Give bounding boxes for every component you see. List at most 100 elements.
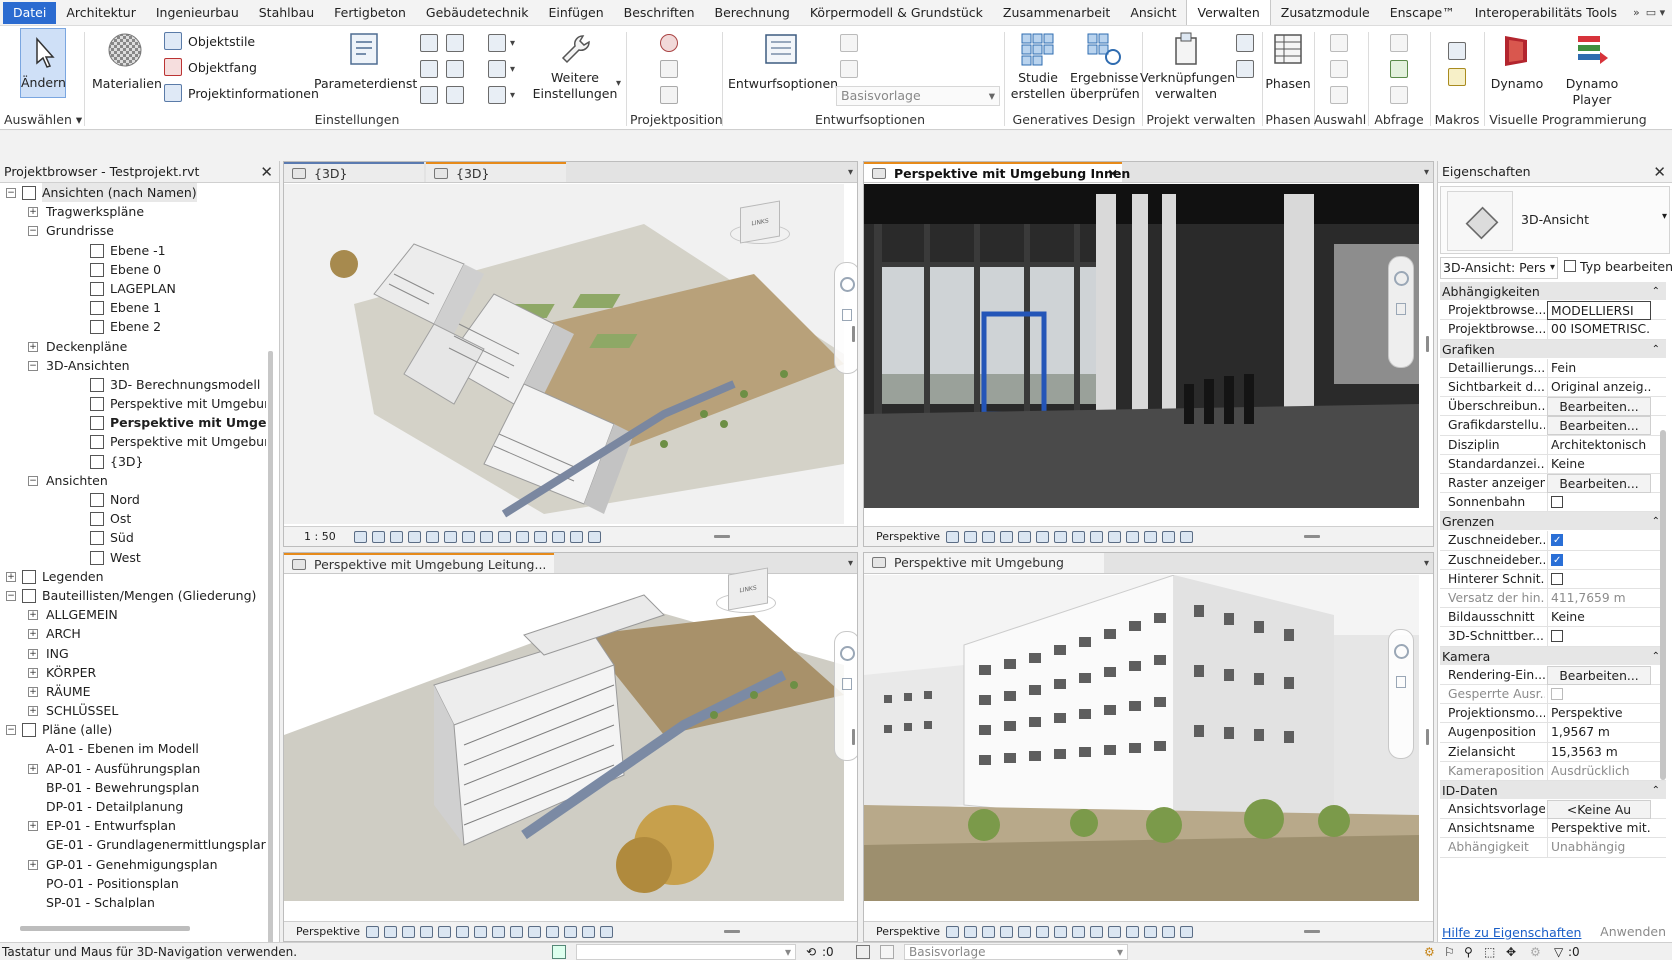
view-3d-default[interactable]: {3D} {3D} ▾ LINKS 1 : 50 [283,161,858,547]
group-auswaehlen[interactable]: Auswählen ▾ [4,112,84,128]
tree-item[interactable]: − Grundrisse [0,221,266,240]
tree-item[interactable]: {3D} [0,452,266,471]
background-process-icon[interactable]: ⚙ [1530,943,1541,960]
zoom-icon[interactable] [842,678,852,690]
collapse-category-icon[interactable]: ⌃ [1652,781,1660,800]
expand-icon[interactable]: + [28,341,38,352]
properties-scrollbar[interactable] [1660,430,1666,780]
tree-item[interactable]: + ALLGEMEIN [0,605,266,624]
expand-icon[interactable]: + [28,859,38,870]
collapse-icon[interactable]: − [6,188,16,198]
properties-help-link[interactable]: Hilfe zu Eigenschaften [1442,925,1581,940]
editable-only-icon[interactable]: ⟲ [806,943,816,960]
tree-item[interactable]: + GP-01 - Genehmigungsplan [0,855,266,874]
expand-icon[interactable]: + [28,610,38,621]
collapse-icon[interactable]: − [6,725,16,736]
tree-item[interactable]: + RÄUME [0,682,266,701]
steering-wheel-icon[interactable] [1394,644,1409,659]
menu-tab-13[interactable]: Zusatzmodule [1271,0,1380,25]
tree-item[interactable]: Perspektive mit Umgebung Le [0,432,266,451]
collapse-category-icon[interactable]: ⌃ [1652,647,1660,666]
view-perspective-umgebung[interactable]: Perspektive mit Umgebung ▾ Perspektive [863,552,1434,942]
phases-button[interactable]: Phasen [1262,28,1314,92]
tree-item[interactable]: Ebene 2 [0,317,266,336]
property-value[interactable]: Perspektive [1547,704,1651,724]
tree-item[interactable]: LAGEPLAN [0,279,266,298]
property-value[interactable]: Fein [1547,358,1651,378]
navigation-bar[interactable] [834,262,857,374]
menu-tab-15[interactable]: Interoperabilitäts Tools [1465,0,1627,25]
tree-item[interactable]: Ebene -1 [0,241,266,260]
property-value[interactable]: Keine [1547,608,1651,628]
tree-item[interactable]: DP-01 - Detailplanung [0,797,266,816]
property-checkbox-cell[interactable] [1547,569,1651,589]
save-selection-icon[interactable] [1330,34,1348,52]
tree-item[interactable]: + Deckenpläne [0,337,266,356]
expand-icon[interactable]: + [28,629,38,640]
apply-button[interactable]: Anwenden [1600,924,1666,939]
design-option-status-dropdown[interactable]: Basisvorlage ▾ [904,944,1128,960]
manage-links-button[interactable]: Verknüpfungen verwalten [1140,28,1235,102]
macro-manager-icon[interactable] [1448,42,1466,60]
property-category[interactable]: Abhängigkeiten ⌃ [1440,282,1666,302]
tree-item[interactable]: BP-01 - Bewehrungsplan [0,778,266,797]
zoom-icon[interactable] [1396,303,1406,315]
additional-settings-button[interactable]: Weitere Einstellungen [532,28,618,102]
tree-item[interactable]: + Legenden [0,567,266,586]
ribbon-display-toggle-icon[interactable]: ▭ ▾ [1646,6,1665,19]
menu-tab-2[interactable]: Ingenieurbau [146,0,249,25]
drag-elements-icon[interactable]: ✥ [1506,943,1516,960]
property-checkbox[interactable] [1551,630,1563,643]
browser-horizontal-scrollbar[interactable] [20,926,190,931]
view-hscroll[interactable] [714,535,730,538]
tree-item[interactable]: + ARCH [0,624,266,643]
view-perspective-leitung[interactable]: Perspektive mit Umgebung Leitung... ▾ LI… [283,552,858,942]
tree-item[interactable]: A-01 - Ebenen im Modell [0,739,266,758]
menu-tab-6[interactable]: Einfügen [538,0,613,25]
view-hscroll[interactable] [1304,535,1320,538]
property-category[interactable]: Grenzen ⌃ [1440,512,1666,532]
tree-item[interactable]: + Tragwerkspläne [0,202,266,221]
menu-tab-5[interactable]: Gebäudetechnik [416,0,539,25]
tree-item[interactable]: + AP-01 - Ausführungsplan [0,759,266,778]
dynamo-button[interactable]: Dynamo [1488,28,1546,92]
macro-security-icon[interactable] [1448,68,1466,86]
type-selector[interactable]: 3D-Ansicht ▾ [1440,186,1670,254]
object-styles-button[interactable]: Objektstile [164,32,255,50]
expand-icon[interactable]: + [28,706,38,717]
pick-to-edit-icon[interactable] [840,60,858,78]
structural-settings-icon[interactable] [446,86,464,104]
menu-tab-10[interactable]: Zusammenarbeit [993,0,1120,25]
view-scrollbar[interactable] [1426,729,1429,745]
navigation-bar[interactable] [1388,629,1414,759]
starting-view-icon[interactable] [1236,60,1254,78]
tab-3d-2[interactable]: {3D} [426,162,566,182]
add-to-set-icon[interactable] [840,34,858,52]
expand-icon[interactable]: + [6,571,16,582]
tree-item[interactable]: − Bauteillisten/Mengen (Gliederung) [0,586,266,605]
tree-item[interactable]: Perspektive mit Umgebung [0,394,266,413]
tree-item[interactable]: Süd [0,528,266,547]
viewcube[interactable]: LINKS [728,567,768,611]
location-icon[interactable] [660,34,678,52]
position-icon[interactable] [660,86,678,104]
menu-tab-11[interactable]: Ansicht [1120,0,1186,25]
view-hscroll[interactable] [724,930,740,933]
tree-item[interactable]: Nord [0,490,266,509]
property-edit-button[interactable]: Bearbeiten... [1547,397,1651,417]
view-scrollbar[interactable] [1426,336,1429,352]
property-edit-button[interactable]: Bearbeiten... [1547,416,1651,436]
view-projection-label[interactable]: Perspektive [296,922,360,941]
menu-tab-file[interactable]: Datei [3,1,57,24]
additional-tools-icon[interactable] [488,86,506,104]
steering-wheel-icon[interactable] [840,646,855,661]
close-icon[interactable]: ✕ [1653,161,1666,183]
global-parameters-icon[interactable] [446,34,464,52]
expand-icon[interactable]: + [28,763,38,774]
property-category[interactable]: Kamera ⌃ [1440,646,1666,666]
transfer-standards-icon[interactable] [420,60,438,78]
menu-tab-4[interactable]: Fertigbeton [324,0,416,25]
expand-icon[interactable]: + [28,686,38,697]
property-checkbox[interactable] [1551,496,1563,509]
tree-item[interactable]: −3D-Ansichten [0,356,266,375]
